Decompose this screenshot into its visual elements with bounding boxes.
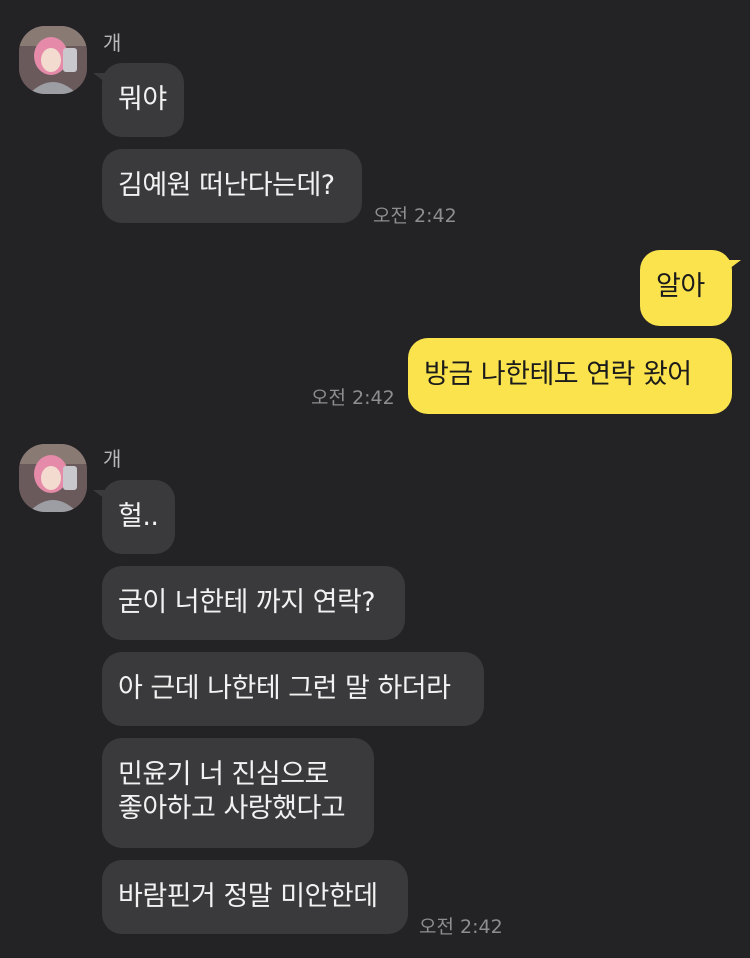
avatar-icon[interactable]	[19, 444, 87, 512]
message-bubble[interactable]: 바람핀거 정말 미안한데	[102, 860, 408, 934]
message-bubble[interactable]: 아 근데 나한테 그런 말 하더라	[102, 652, 484, 726]
avatar-icon[interactable]	[19, 26, 87, 94]
message-bubble[interactable]: 뭐야	[93, 63, 184, 137]
sender-name: 개	[103, 447, 122, 471]
message-timestamp: 오전 2:42	[373, 205, 457, 227]
my-message-bubble[interactable]: 방금 나한테도 연락 왔어	[408, 338, 732, 414]
message-timestamp: 오전 2:42	[419, 916, 503, 938]
message-bubble[interactable]: 헐..	[93, 480, 175, 554]
message-bubble[interactable]: 굳이 너한테 까지 연락?	[102, 566, 405, 640]
message-bubble[interactable]: 김예원 떠난다는데?	[102, 149, 362, 223]
sender-name: 개	[103, 31, 122, 55]
message-timestamp: 오전 2:42	[311, 387, 395, 409]
my-message-bubble[interactable]: 알아	[640, 250, 741, 326]
message-bubble[interactable]: 민윤기 너 진심으로 좋아하고 사랑했다고	[102, 738, 374, 848]
